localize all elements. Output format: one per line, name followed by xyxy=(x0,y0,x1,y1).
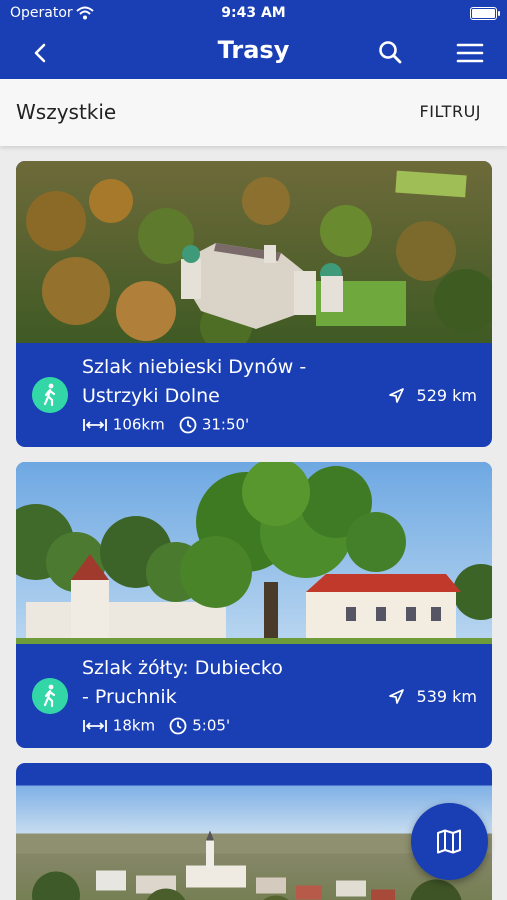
search-icon[interactable] xyxy=(377,39,405,67)
route-length: 18km xyxy=(112,716,156,735)
route-name-line: Szlak żółty: Dubiecko xyxy=(82,657,283,679)
filter-bar: Wszystkie FILTRUJ xyxy=(0,79,507,146)
route-distance-value: 529 km xyxy=(416,386,477,405)
top-bar: Operator 9:43 AM Trasy xyxy=(0,0,507,79)
route-name: Szlak żółty: Dubiecko - Pruchnik xyxy=(82,654,382,712)
route-card[interactable]: Szlak żółty: Dubiecko - Pruchnik 18km 5:… xyxy=(16,462,492,748)
route-length: 106km xyxy=(112,415,165,434)
route-distance-value: 539 km xyxy=(416,687,477,706)
route-name-line: Ustrzyki Dolne xyxy=(82,385,220,407)
route-duration: 5:05' xyxy=(192,716,231,735)
category-label: Wszystkie xyxy=(16,100,117,124)
length-icon xyxy=(83,719,107,732)
route-info: Szlak niebieski Dynów - Ustrzyki Dolne 1… xyxy=(16,343,492,447)
route-photo xyxy=(16,161,492,343)
route-distance: 539 km xyxy=(388,686,477,706)
navigation-arrow-icon xyxy=(389,388,405,403)
route-meta: 106km 31:50' xyxy=(82,415,249,435)
navigation-arrow-icon xyxy=(389,689,405,704)
route-name-line: - Pruchnik xyxy=(82,686,177,708)
clock-icon xyxy=(170,717,187,734)
length-icon xyxy=(83,418,107,431)
battery-icon xyxy=(470,7,500,20)
navigation-bar: Trasy xyxy=(0,28,507,79)
route-name: Szlak niebieski Dynów - Ustrzyki Dolne xyxy=(82,353,382,411)
walk-icon xyxy=(32,678,68,714)
route-meta: 18km 5:05' xyxy=(82,716,230,736)
filter-button[interactable]: FILTRUJ xyxy=(420,102,481,121)
page-title: Trasy xyxy=(217,36,290,64)
menu-icon[interactable] xyxy=(455,40,485,66)
route-info: Szlak żółty: Dubiecko - Pruchnik 18km 5:… xyxy=(16,644,492,748)
map-button[interactable] xyxy=(411,803,488,880)
clock-icon xyxy=(179,416,197,433)
route-distance: 529 km xyxy=(388,385,477,405)
walk-icon xyxy=(32,377,68,413)
route-name-line: Szlak niebieski Dynów - xyxy=(82,356,307,378)
route-photo xyxy=(16,462,492,644)
status-bar: Operator 9:43 AM xyxy=(0,0,507,28)
map-icon xyxy=(437,829,461,854)
route-duration: 31:50' xyxy=(201,415,250,434)
route-card[interactable]: Szlak niebieski Dynów - Ustrzyki Dolne 1… xyxy=(16,161,492,447)
status-time: 9:43 AM xyxy=(221,5,286,21)
